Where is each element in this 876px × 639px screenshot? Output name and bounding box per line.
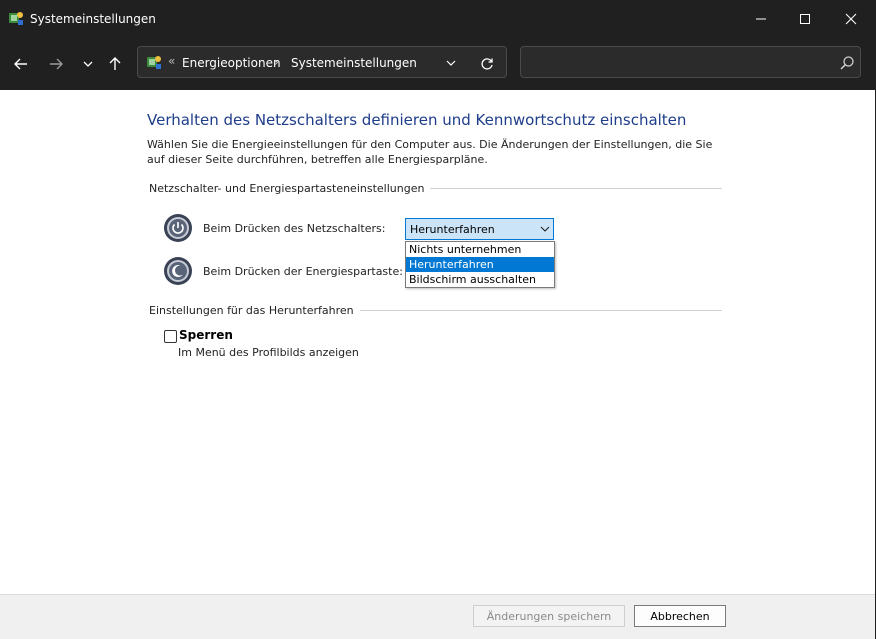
page-description: Wählen Sie die Energieeinstellungen für …	[147, 138, 713, 166]
section-shutdown-settings: Einstellungen für das Herunterfahren	[149, 304, 360, 317]
option-nichts-unternehmen[interactable]: Nichts unternehmen	[406, 242, 554, 257]
navigation-bar: « Energieoptionen › Systemeinstellungen	[0, 38, 876, 90]
breadcrumb-energieoptionen[interactable]: Energieoptionen	[182, 56, 281, 70]
section-power-settings: Netzschalter- und Energiespartasteneinst…	[149, 182, 431, 195]
back-button[interactable]	[7, 50, 35, 78]
lock-sublabel: Im Menü des Profilbilds anzeigen	[178, 346, 359, 359]
option-herunterfahren[interactable]: Herunterfahren	[406, 257, 554, 272]
arrow-right-icon	[50, 58, 63, 70]
search-icon[interactable]	[839, 55, 855, 71]
option-bildschirm-ausschalten[interactable]: Bildschirm ausschalten	[406, 272, 554, 287]
lock-label[interactable]: Sperren	[179, 328, 233, 342]
search-input[interactable]	[529, 52, 829, 72]
sleep-button-label: Beim Drücken der Energiespartaste:	[203, 265, 403, 278]
arrow-left-icon	[14, 58, 27, 70]
maximize-button[interactable]	[782, 0, 828, 38]
search-box[interactable]	[520, 46, 861, 78]
maximize-icon	[800, 14, 810, 24]
recent-locations-button[interactable]	[74, 50, 102, 78]
close-icon	[845, 13, 857, 25]
breadcrumb-systemeinstellungen[interactable]: Systemeinstellungen	[291, 56, 417, 70]
power-options-dropdown: Nichts unternehmen Herunterfahren Bildsc…	[405, 241, 555, 288]
sleep-button-icon	[164, 257, 192, 285]
chevron-down-icon	[540, 226, 550, 232]
control-panel-icon	[9, 12, 23, 25]
chevron-down-icon	[83, 61, 93, 67]
address-bar[interactable]: « Energieoptionen › Systemeinstellungen	[137, 46, 507, 78]
forward-button[interactable]	[42, 50, 70, 78]
page-title: Verhalten des Netzschalters definieren u…	[147, 111, 687, 129]
close-button[interactable]	[828, 0, 874, 38]
window-title: Systemeinstellungen	[30, 12, 156, 26]
minimize-icon	[756, 18, 766, 20]
title-bar[interactable]: Systemeinstellungen	[0, 0, 876, 38]
power-button-icon	[164, 214, 192, 242]
minimize-button[interactable]	[738, 0, 784, 38]
save-changes-button[interactable]: Änderungen speichern	[473, 605, 625, 627]
up-button[interactable]	[101, 50, 129, 78]
breadcrumb-separator[interactable]: ›	[274, 55, 279, 69]
power-button-action-select[interactable]: Herunterfahren	[405, 218, 554, 240]
cancel-button[interactable]: Abbrechen	[634, 605, 726, 627]
select-value: Herunterfahren	[410, 223, 495, 236]
breadcrumb-overflow[interactable]: «	[168, 54, 175, 68]
footer-bar: Änderungen speichern Abbrechen	[0, 594, 875, 639]
window: Systemeinstellungen « Energieoptionen › …	[0, 0, 876, 639]
chevron-down-icon[interactable]	[443, 55, 459, 71]
main-content: Verhalten des Netzschalters definieren u…	[0, 90, 875, 594]
refresh-icon	[481, 58, 493, 70]
refresh-button[interactable]	[475, 52, 499, 76]
control-panel-icon	[147, 56, 161, 69]
lock-checkbox[interactable]	[164, 330, 177, 343]
power-button-label: Beim Drücken des Netzschalters:	[203, 222, 386, 235]
arrow-up-icon	[109, 57, 121, 70]
